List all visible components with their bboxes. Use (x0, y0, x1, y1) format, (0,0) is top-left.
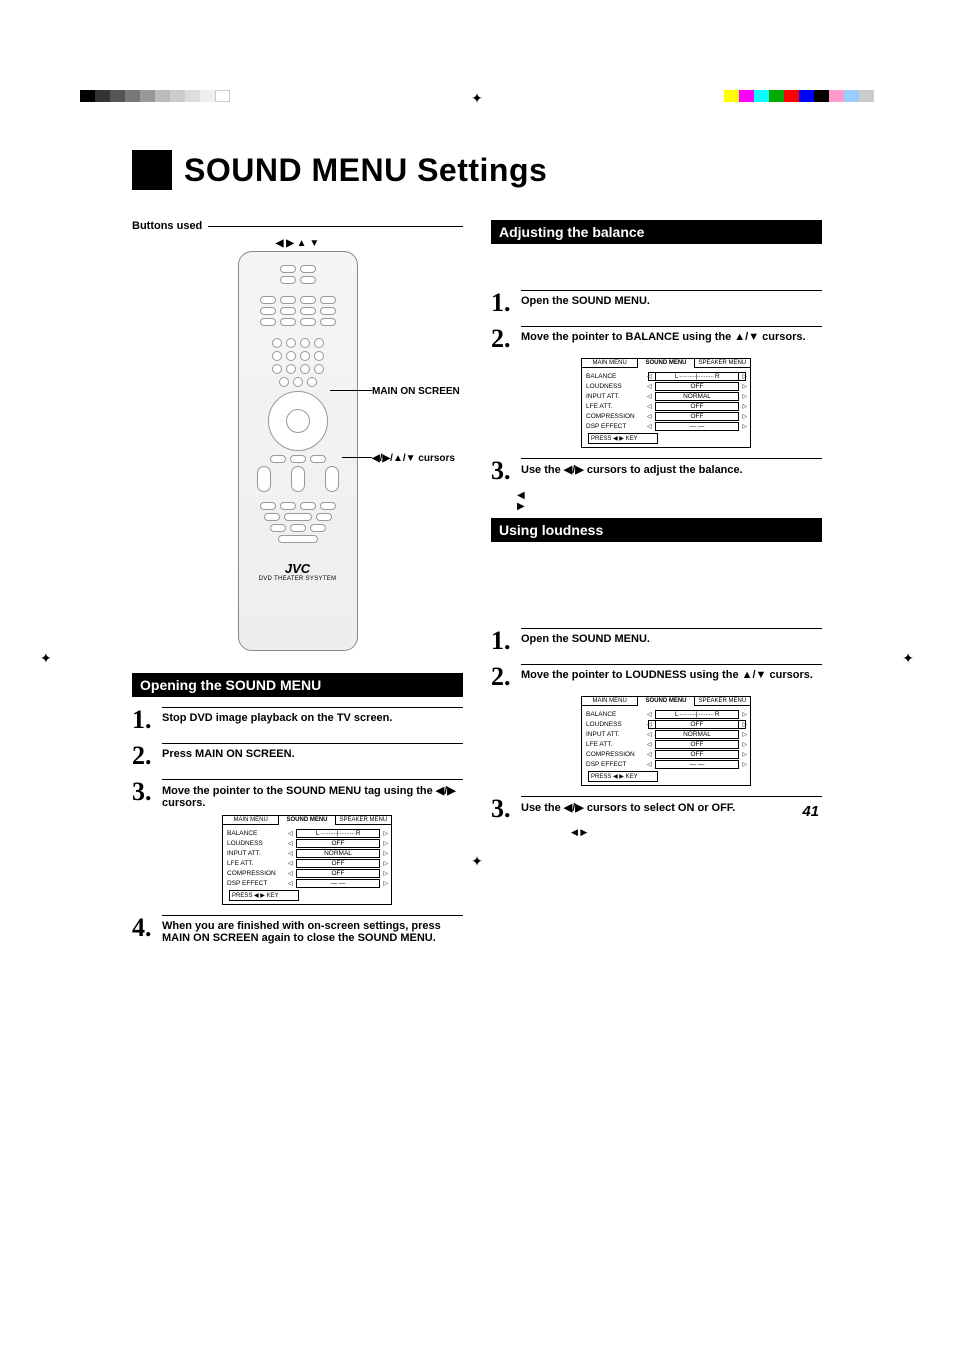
step-number: 4. (132, 915, 154, 941)
section-opening-title: Opening the SOUND MENU (132, 673, 463, 697)
tab-speaker: SPEAKER MENU (336, 816, 391, 825)
registration-mark-icon: ✦ (902, 650, 914, 667)
callout-line (330, 390, 372, 391)
step-number: 1. (132, 707, 154, 733)
page-number: 41 (802, 803, 819, 820)
remote-illustration: JVC DVD THEATER SYSYTEM (238, 251, 358, 651)
color-bar (724, 90, 874, 102)
buttons-used-label: Buttons used (132, 220, 202, 232)
step-number: 2. (132, 743, 154, 769)
loudness-step-1: Open the SOUND MENU. (521, 628, 822, 645)
balance-step-3: Use the ◀/▶ cursors to adjust the balanc… (521, 458, 822, 476)
loudness-step-3: Use the ◀/▶ cursors to select ON or OFF. (521, 796, 822, 814)
section-loudness-title: Using loudness (491, 518, 822, 542)
opening-step-1: Stop DVD image playback on the TV screen… (162, 707, 463, 724)
cursor-arrows-icon: ◀▶ (517, 490, 822, 512)
tab-main: MAIN MENU (223, 816, 279, 825)
registration-mark-icon: ✦ (40, 650, 52, 667)
title-block-icon (132, 150, 172, 190)
registration-mark-icon: ✦ (471, 90, 483, 107)
balance-step-1: Open the SOUND MENU. (521, 290, 822, 307)
cursors-callout: ◀/▶/▲/▼ cursors (372, 453, 455, 464)
step-number: 2. (491, 664, 513, 690)
divider (208, 226, 463, 227)
cursor-arrows-icon: ◀ ▶ (571, 828, 822, 838)
step-number: 1. (491, 290, 513, 316)
step-number: 3. (491, 796, 513, 822)
opening-step-3: Move the pointer to the SOUND MENU tag u… (162, 779, 463, 809)
section-balance-title: Adjusting the balance (491, 220, 822, 244)
sound-menu-figure-balance: MAIN MENU SOUND MENU SPEAKER MENU BALANC… (581, 358, 751, 448)
sound-menu-figure: MAIN MENU SOUND MENU SPEAKER MENU BALANC… (222, 815, 392, 905)
cursor-arrows-label: ◀ ▶ ▲ ▼ (132, 238, 463, 249)
step-number: 3. (491, 458, 513, 484)
loudness-step-2: Move the pointer to LOUDNESS using the ▲… (521, 664, 822, 681)
opening-step-4: When you are finished with on-screen set… (162, 915, 463, 944)
opening-step-2: Press MAIN ON SCREEN. (162, 743, 463, 760)
balance-step-2: Move the pointer to BALANCE using the ▲/… (521, 326, 822, 343)
color-bar (80, 90, 230, 102)
tab-sound: SOUND MENU (279, 816, 335, 825)
step-number: 1. (491, 628, 513, 654)
sound-menu-figure-loudness: MAIN MENU SOUND MENU SPEAKER MENU BALANC… (581, 696, 751, 786)
remote-brand: JVC (239, 561, 357, 576)
remote-subtitle: DVD THEATER SYSYTEM (239, 576, 357, 582)
main-on-screen-callout: MAIN ON SCREEN (372, 386, 460, 397)
page-title: SOUND MENU Settings (184, 152, 547, 189)
step-number: 3. (132, 779, 154, 805)
registration-mark-icon: ✦ (471, 853, 483, 870)
step-number: 2. (491, 326, 513, 352)
callout-line (342, 457, 372, 458)
